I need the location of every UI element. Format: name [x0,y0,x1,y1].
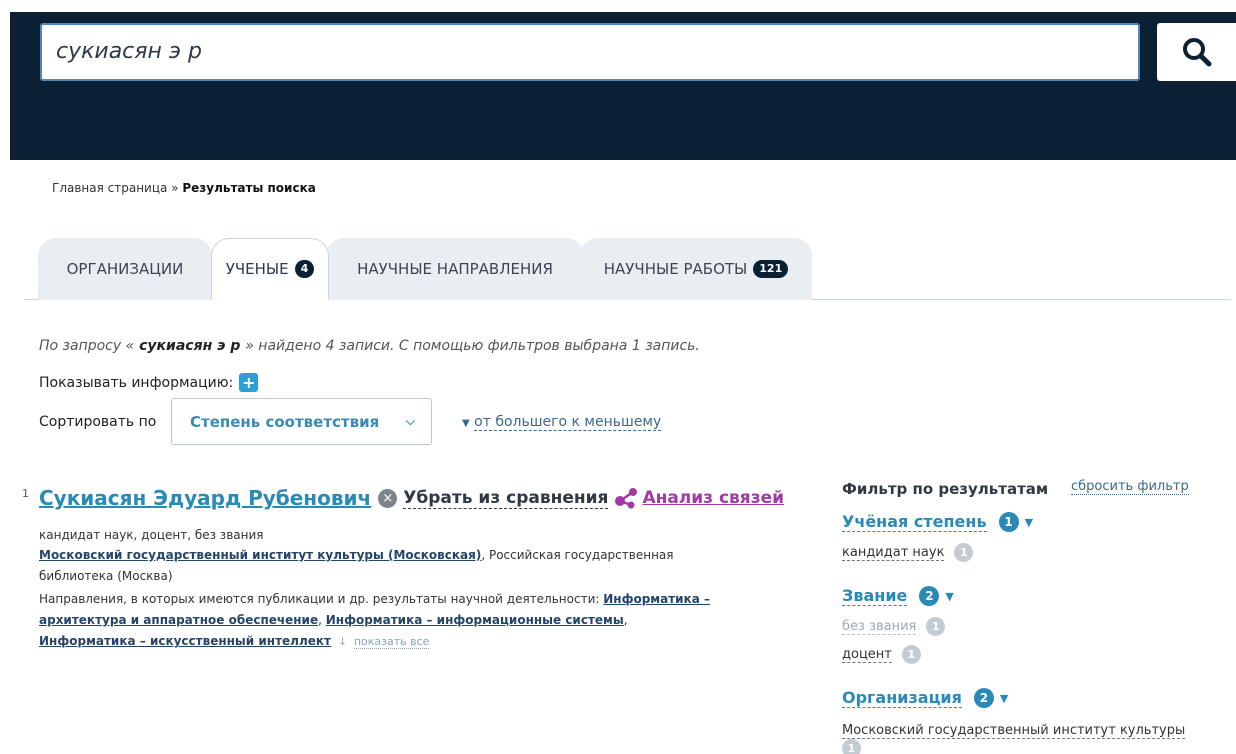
tab-organizations[interactable]: ОРГАНИЗАЦИИ [38,238,212,300]
filter-group-title[interactable]: Учёная степень [842,512,987,532]
sort-order-toggle[interactable]: ▼ от большего к меньшему [462,414,662,431]
tab-label: УЧЕНЫЕ [225,260,289,278]
breadcrumb-separator: » [171,181,179,195]
filter-item-count: 1 [842,739,861,754]
filter-group-count: 1 [998,512,1019,532]
arrow-down-icon: ↓ [337,635,348,648]
sort-select[interactable]: Степень соответствия ⌵ [171,398,432,445]
filter-item: Московский государственный институт куль… [842,719,1222,739]
direction-link-2[interactable]: Информатика – информационные системы [326,613,624,627]
breadcrumb: Главная страница » Результаты поиска [52,181,316,195]
result-degree: кандидат наук, доцент, без звания [39,528,264,542]
sort-label: Сортировать по [39,414,157,430]
tab-scientific-directions[interactable]: НАУЧНЫЕ НАПРАВЛЕНИЯ [326,238,584,300]
direction-link-1b[interactable]: архитектура и аппаратное обеспечение [39,613,318,627]
direction-link-1a[interactable]: Информатика – [603,592,710,606]
filter-item-label[interactable]: кандидат наук [842,545,945,561]
directions-label: Направления, в которых имеются публикаци… [39,592,604,606]
filter-item: без звания 1 [842,617,946,636]
search-input[interactable]: сукиасян э р [40,23,1140,81]
result-org-line2: библиотека (Москва) [39,569,173,583]
filter-item-label[interactable]: доцент [842,647,892,663]
summary-query: сукиасян э р [134,338,246,354]
triangle-down-icon[interactable]: ▼ [945,590,953,603]
show-info-plus-button[interactable]: + [239,373,259,392]
filter-title: Фильтр по результатам [842,480,1049,498]
summary-prefix: По запросу « [39,338,135,354]
filter-group-degree: Учёная степень 1 ▼ [842,512,1033,532]
filter-item-count-wrap: 1 [842,737,861,754]
filter-group-organization: Организация 2 ▼ [842,688,1008,708]
filter-item: доцент 1 [842,645,921,664]
breadcrumb-home[interactable]: Главная страница [52,181,167,195]
site-header: сукиасян э р [10,12,1236,160]
filter-group-count: 2 [973,688,994,708]
result-directions-line2: архитектура и аппаратное обеспечение, Ин… [39,613,628,627]
search-icon [1182,38,1211,67]
sort-selected-value: Степень соответствия [190,412,380,431]
breadcrumb-current: Результаты поиска [182,181,316,195]
result-number: 1 [22,487,29,500]
search-summary: По запросу « сукиасян э р » найдено 4 за… [39,338,700,354]
remove-from-comparison-link[interactable]: Убрать из сравнения [403,488,609,509]
filter-group-title[interactable]: Звание [842,586,908,606]
tab-label: НАУЧНЫЕ НАПРАВЛЕНИЯ [357,260,553,278]
result-directions-line3: Информатика – искусственный интеллект ↓ … [39,634,430,649]
comma: , [318,613,326,627]
filter-group-rank: Звание 2 ▼ [842,586,954,606]
direction-link-3[interactable]: Информатика – искусственный интеллект [39,634,331,648]
filter-item-label[interactable]: Московский государственный институт куль… [842,723,1186,739]
show-info-row: Показывать информацию: + [39,373,259,392]
result-title-row: Сукиасян Эдуард Рубенович × Убрать из ср… [39,486,784,510]
chevron-down-icon: ⌵ [405,414,415,428]
filter-item-count: 1 [954,543,974,562]
link-analysis-link[interactable]: Анализ связей [642,488,784,508]
show-all-link[interactable]: показать все [353,635,430,649]
remove-icon[interactable]: × [378,488,398,508]
tab-label: НАУЧНЫЕ РАБОТЫ [603,260,748,278]
summary-suffix: » найдено 4 записи. С помощью фильтров в… [245,338,700,354]
search-button[interactable] [1157,23,1236,81]
reset-filter-link[interactable]: сбросить фильтр [1071,479,1189,495]
show-info-label: Показывать информацию: [39,374,234,391]
triangle-down-icon: ▼ [462,418,470,429]
org-link[interactable]: Московский государственный институт куль… [39,548,481,562]
tab-count-badge: 121 [753,260,789,278]
network-icon [614,487,640,509]
person-name-link[interactable]: Сукиасян Эдуард Рубенович [39,486,371,510]
filter-item-label[interactable]: без звания [842,619,917,635]
filter-item: кандидат наук 1 [842,543,974,562]
triangle-down-icon[interactable]: ▼ [1000,692,1008,705]
tab-label: ОРГАНИЗАЦИИ [66,260,184,278]
tab-scientific-works[interactable]: НАУЧНЫЕ РАБОТЫ 121 [580,238,812,300]
filter-item-count: 1 [926,617,946,636]
filter-item-count: 1 [901,645,921,664]
org-rest: , Российская государственная [481,548,674,562]
result-directions-line: Направления, в которых имеются публикаци… [39,592,710,606]
comma: , [623,613,628,627]
result-org-line: Московский государственный институт куль… [39,548,673,562]
tab-scientists[interactable]: УЧЕНЫЕ 4 [211,238,329,300]
triangle-down-icon[interactable]: ▼ [1025,516,1033,529]
filter-group-title[interactable]: Организация [842,688,962,708]
sort-order-label: от большего к меньшему [474,414,662,431]
tab-count-badge: 4 [294,260,315,278]
filter-group-count: 2 [919,586,940,606]
